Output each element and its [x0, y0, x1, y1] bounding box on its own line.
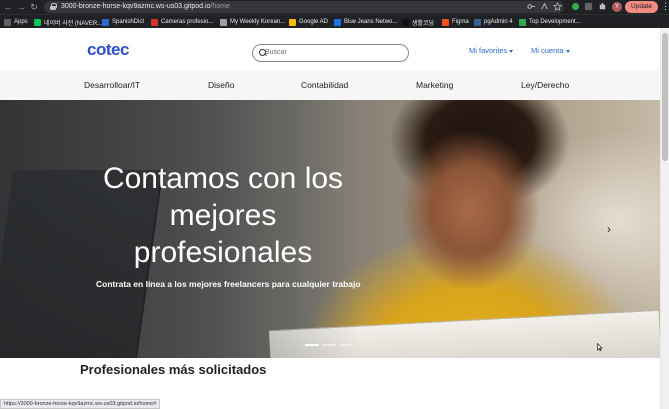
carousel-dot[interactable]: [322, 344, 336, 346]
site-logo[interactable]: cotec: [87, 40, 129, 60]
reload-icon[interactable]: ↻: [29, 1, 39, 13]
carousel-prev-icon[interactable]: ‹: [44, 222, 48, 236]
coding-icon: [402, 18, 409, 26]
hero-title-line: Contamos con los: [102, 162, 344, 195]
search-placeholder: Buscar: [265, 49, 287, 56]
google-ads-icon: [289, 18, 296, 26]
bookmark-apps[interactable]: Apps: [4, 16, 28, 28]
bookmark-spanishdict[interactable]: SpanishDict: [102, 16, 144, 28]
bookmark-label: 생활코딩: [412, 20, 435, 27]
bookmark-figma[interactable]: Figma: [442, 16, 469, 28]
globe-icon: [220, 18, 227, 26]
address-bar[interactable]: 3000-bronze-horse-kqv9azmc.ws-us03.gitpo…: [44, 1, 564, 13]
bookmark-label: 네이버 사전 (NAVER...: [44, 20, 103, 27]
favorites-label: Mi favorites: [469, 46, 508, 55]
carousel-dot-active[interactable]: [305, 344, 319, 346]
mouse-cursor-icon: [597, 343, 603, 351]
key-icon[interactable]: [527, 2, 536, 11]
hero-carousel: Contamos con los mejores profesionales C…: [0, 100, 660, 358]
hero-subtitle: Contrata en línea a los mejores freelanc…: [96, 279, 361, 289]
bookmark-label: My Weekly Korean...: [230, 19, 286, 25]
category-design[interactable]: Diseño: [208, 70, 234, 100]
bookmark-label: Top Development...: [529, 19, 581, 25]
pgadmin-icon: [474, 18, 481, 26]
caret-down-icon: [565, 49, 570, 53]
extension-green-icon[interactable]: [571, 2, 580, 11]
naver-icon: [34, 18, 41, 26]
search-input[interactable]: Buscar: [252, 44, 409, 62]
scrollbar-thumb[interactable]: [662, 33, 668, 161]
bookmark-pgadmin[interactable]: pgAdmin 4: [474, 16, 513, 28]
section-title: Profesionales más solicitados: [80, 362, 267, 377]
web-page: cotec Buscar Mi favorites Mi cuenta Desa…: [0, 28, 669, 409]
apps-grid-icon: [4, 18, 11, 26]
favorites-menu[interactable]: Mi favorites: [469, 46, 514, 55]
star-icon[interactable]: [553, 2, 562, 11]
profile-avatar[interactable]: Y: [612, 2, 622, 12]
site-header: cotec Buscar Mi favorites Mi cuenta: [0, 28, 660, 70]
bookmark-label: Apps: [14, 19, 28, 25]
bookmark-bluejeans[interactable]: Blue Jeans Netwo...: [334, 16, 397, 28]
lock-icon: [50, 3, 57, 10]
bookmark-label: pgAdmin 4: [484, 19, 513, 25]
account-label: Mi cuenta: [531, 46, 564, 55]
bookmark-coding[interactable]: 생활코딩: [402, 16, 434, 28]
browser-toolbar: ← → ↻ 3000-bronze-horse-kqv9azmc.ws-us03…: [0, 0, 669, 14]
hero-title-line: mejores: [169, 199, 277, 232]
bookmark-label: Google AD: [299, 19, 329, 25]
address-text: 3000-bronze-horse-kqv9azmc.ws-us03.gitpo…: [61, 3, 230, 10]
forward-icon[interactable]: →: [16, 1, 26, 13]
bookmark-naver[interactable]: 네이버 사전 (NAVER...: [34, 16, 102, 28]
category-nav: Desarrolloar/IT Diseño Contabilidad Mark…: [0, 70, 660, 100]
carousel-next-icon[interactable]: ›: [607, 222, 611, 236]
hero-title-line: profesionales: [133, 236, 313, 269]
page-scrollbar[interactable]: [660, 28, 669, 409]
bookmark-label: Blue Jeans Netwo...: [344, 19, 398, 25]
back-icon[interactable]: ←: [3, 1, 13, 13]
puzzle-icon[interactable]: [598, 2, 607, 11]
bluejeans-icon: [334, 18, 341, 26]
category-dev-it[interactable]: Desarrolloar/IT: [84, 70, 140, 100]
category-law[interactable]: Ley/Derecho: [521, 70, 569, 100]
update-button[interactable]: Update: [625, 1, 658, 13]
carousel-dot[interactable]: [339, 344, 353, 346]
top-dev-icon: [519, 18, 526, 26]
category-marketing[interactable]: Marketing: [416, 70, 453, 100]
bookmark-top-development[interactable]: Top Development...: [519, 16, 581, 28]
bookmarks-bar: Apps 네이버 사전 (NAVER... SpanishDict Camera…: [0, 14, 669, 28]
bookmark-weekly-korean[interactable]: My Weekly Korean...: [220, 16, 285, 28]
share-icon[interactable]: [540, 2, 549, 11]
account-menu[interactable]: Mi cuenta: [531, 46, 570, 55]
bookmark-label: Figma: [452, 19, 469, 25]
carousel-indicators: [305, 344, 353, 346]
more-menu-icon[interactable]: ⋮: [661, 1, 669, 13]
category-accounting[interactable]: Contabilidad: [301, 70, 348, 100]
extension-icon[interactable]: [584, 2, 593, 11]
bookmark-cameras[interactable]: Cameras profesio...: [151, 16, 213, 28]
spanishdict-icon: [102, 18, 109, 26]
cameras-icon: [151, 18, 158, 26]
bookmark-label: Cameras profesio...: [161, 19, 214, 25]
figma-icon: [442, 18, 449, 26]
bookmark-google-ad[interactable]: Google AD: [289, 16, 328, 28]
bookmark-label: SpanishDict: [112, 19, 145, 25]
caret-down-icon: [509, 49, 514, 53]
hero-title: Contamos con los mejores profesionales: [88, 160, 358, 271]
status-url-tooltip: https://3000-bronze-horse-kqv9azmc.ws-us…: [0, 399, 161, 409]
